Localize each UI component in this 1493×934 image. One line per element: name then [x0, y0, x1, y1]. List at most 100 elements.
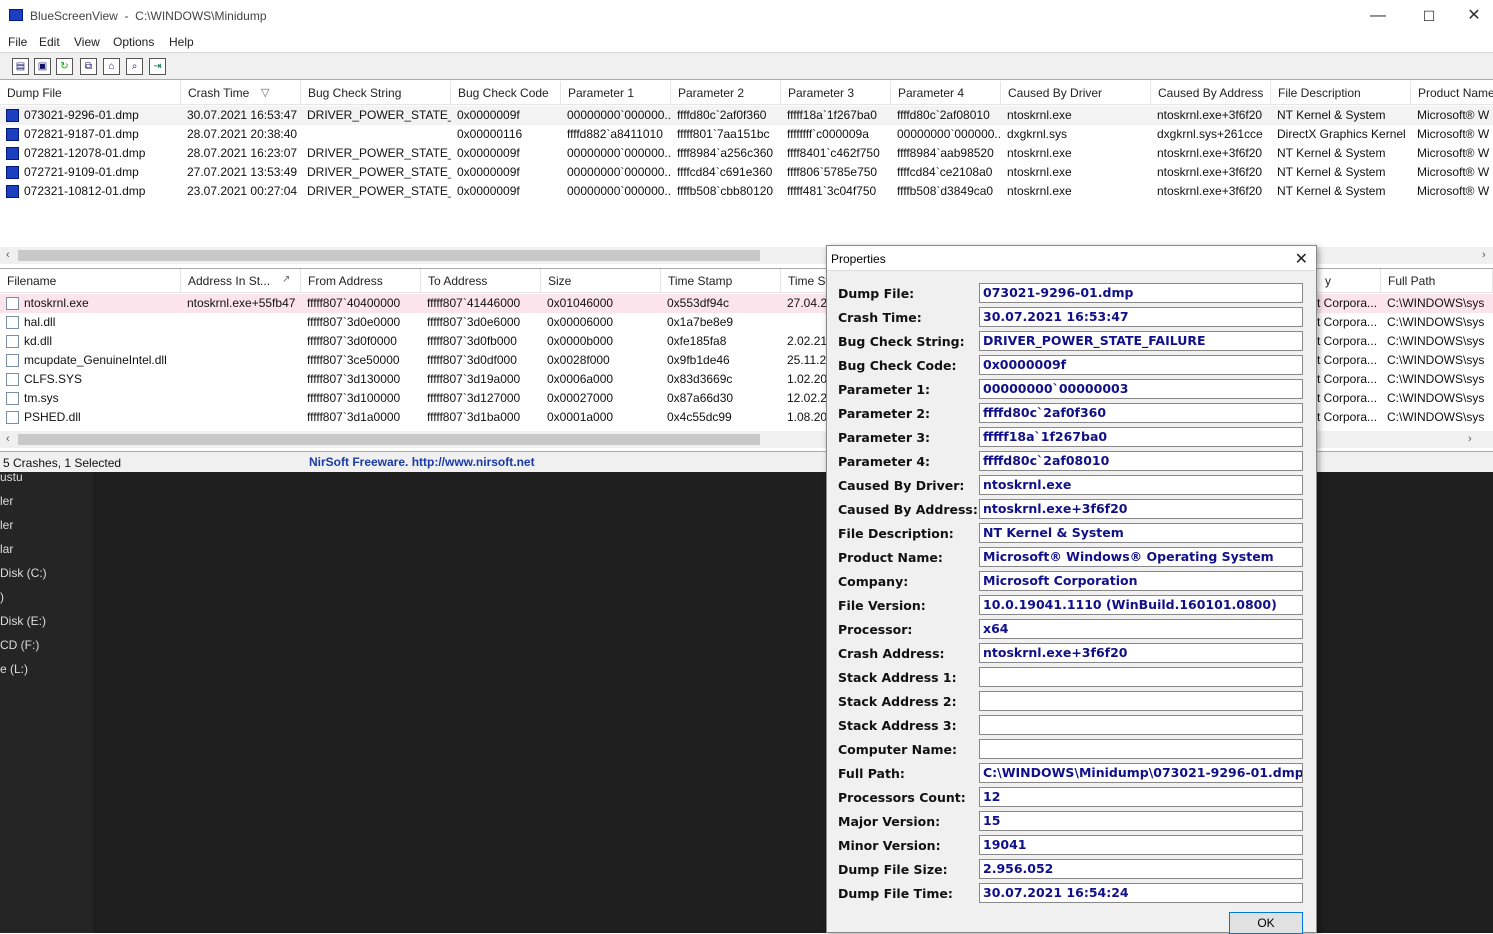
property-row: Full Path: C:\WINDOWS\Minidump\073021-929… [827, 763, 1316, 783]
dialog-title-bar: Properties ✕ [827, 246, 1316, 271]
property-value-field[interactable]: 10.0.19041.1110 (WinBuild.160101.0800) [979, 595, 1303, 615]
column-header[interactable]: Crash Time [181, 81, 301, 105]
property-value-field[interactable]: Microsoft Corporation [979, 571, 1303, 591]
property-value-field[interactable]: 073021-9296-01.dmp [979, 283, 1303, 303]
column-header[interactable]: Caused By Address [1151, 81, 1271, 105]
column-header[interactable]: Size [541, 269, 661, 293]
menu-view[interactable]: View [74, 35, 100, 49]
column-header[interactable]: Time St [781, 269, 827, 293]
property-value-field[interactable]: ntoskrnl.exe+3f6f20 [979, 499, 1303, 519]
scroll-left-icon[interactable]: ‹ [6, 247, 10, 264]
column-header[interactable]: Parameter 2 [671, 81, 781, 105]
crash-cell: ffffffff`c000009a [787, 127, 869, 141]
column-header[interactable]: File Description [1271, 81, 1411, 105]
scrollbar-thumb[interactable] [18, 434, 760, 445]
property-value-field[interactable]: ntoskrnl.exe [979, 475, 1303, 495]
close-button[interactable]: ✕ [1451, 0, 1493, 32]
sidebar-item[interactable]: ler [0, 518, 93, 532]
menu-help[interactable]: Help [169, 35, 194, 49]
crash-cell: ffffd80c`2af08010 [897, 108, 990, 122]
column-header[interactable]: From Address [301, 269, 421, 293]
property-value-field[interactable]: 2.956.052 [979, 859, 1303, 879]
column-header[interactable]: Dump File [0, 81, 181, 105]
column-header[interactable]: Product Name [1411, 81, 1493, 105]
sidebar-item[interactable]: ler [0, 494, 93, 508]
minimize-button[interactable]: — [1355, 0, 1401, 32]
driver-cell: C:\WINDOWS\sys [1387, 372, 1485, 386]
exit-icon[interactable]: ⇥ [149, 58, 166, 75]
property-value-field[interactable]: DRIVER_POWER_STATE_FAILURE [979, 331, 1303, 351]
crash-cell: Microsoft® W [1417, 146, 1490, 160]
properties-icon[interactable]: ▤ [12, 58, 29, 75]
ok-button[interactable]: OK [1229, 912, 1303, 934]
column-header[interactable]: Full Path [1381, 269, 1493, 293]
crash-row[interactable]: 072821-9187-01.dmp 28.07.2021 20:38:40 0x0… [0, 125, 1493, 144]
property-label: Bug Check Code: [838, 358, 957, 373]
crash-cell: ntoskrnl.exe+3f6f20 [1157, 165, 1263, 179]
property-value-field[interactable]: fffff18a`1f267ba0 [979, 427, 1303, 447]
property-value-field[interactable]: 12 [979, 787, 1303, 807]
driver-cell: C:\WINDOWS\sys [1387, 391, 1485, 405]
maximize-button[interactable]: ☐ [1406, 0, 1452, 32]
property-row: Company: Microsoft Corporation [827, 571, 1316, 591]
driver-cell: fffff807`3d0e6000 [427, 315, 521, 329]
driver-cell: mcupdate_GenuineIntel.dll [24, 353, 167, 367]
property-value-field[interactable]: x64 [979, 619, 1303, 639]
find-icon[interactable]: ⌕ [126, 58, 143, 75]
dialog-close-icon[interactable]: ✕ [1295, 249, 1308, 269]
property-value-field[interactable]: 0x0000009f [979, 355, 1303, 375]
sidebar-item[interactable]: ) [0, 590, 93, 604]
scroll-left-icon[interactable]: ‹ [6, 431, 10, 448]
scrollbar-thumb[interactable] [18, 250, 760, 261]
menu-file[interactable]: File [8, 35, 27, 49]
sidebar-item[interactable]: ustu [0, 470, 93, 484]
driver-cell: fffff807`3d19a000 [427, 372, 521, 386]
property-value-field[interactable]: C:\WINDOWS\Minidump\073021-9296-01.dmp [979, 763, 1303, 783]
column-header[interactable]: y [1317, 269, 1381, 293]
scroll-right-icon[interactable]: › [1468, 431, 1472, 448]
sidebar-item[interactable]: Disk (C:) [0, 566, 93, 580]
property-value-field[interactable]: Microsoft® Windows® Operating System [979, 547, 1303, 567]
property-value-field[interactable]: ffffd80c`2af08010 [979, 451, 1303, 471]
sidebar-item[interactable]: CD (F:) [0, 638, 93, 652]
driver-cell: 0x00006000 [547, 315, 614, 329]
column-header[interactable]: Filename [0, 269, 181, 293]
property-value-field[interactable] [979, 667, 1303, 687]
property-value-field[interactable]: 19041 [979, 835, 1303, 855]
column-header[interactable]: Bug Check String [301, 81, 451, 105]
crash-row[interactable]: 072721-9109-01.dmp 27.07.2021 13:53:49 DRI… [0, 163, 1493, 182]
menu-edit[interactable]: Edit [39, 35, 60, 49]
property-value-field[interactable]: ffffd80c`2af0f360 [979, 403, 1303, 423]
crash-row[interactable]: 073021-9296-01.dmp 30.07.2021 16:53:47 DRI… [0, 106, 1493, 125]
column-header[interactable]: To Address [421, 269, 541, 293]
column-header[interactable]: Parameter 1 [561, 81, 671, 105]
scroll-right-icon[interactable]: › [1482, 247, 1486, 264]
property-value-field[interactable]: ntoskrnl.exe+3f6f20 [979, 643, 1303, 663]
sidebar-item[interactable]: lar [0, 542, 93, 556]
property-value-field[interactable] [979, 715, 1303, 735]
property-value-field[interactable]: 30.07.2021 16:54:24 [979, 883, 1303, 903]
column-header[interactable]: Parameter 4 [891, 81, 1001, 105]
crash-cell: ntoskrnl.exe+3f6f20 [1157, 108, 1263, 122]
copy-icon[interactable]: ⧉ [80, 58, 97, 75]
property-value-field[interactable]: NT Kernel & System [979, 523, 1303, 543]
property-value-field[interactable]: 30.07.2021 16:53:47 [979, 307, 1303, 327]
menu-options[interactable]: Options [113, 35, 154, 49]
driver-cell: ntoskrnl.exe [24, 296, 89, 310]
column-header[interactable]: Bug Check Code [451, 81, 561, 105]
nirsoft-link[interactable]: NirSoft Freeware. http://www.nirsoft.net [309, 455, 535, 469]
column-header[interactable]: Time Stamp [661, 269, 781, 293]
save-icon[interactable]: ▣ [34, 58, 51, 75]
property-value-field[interactable] [979, 691, 1303, 711]
html-report-icon[interactable]: ⌂ [103, 58, 120, 75]
crash-row[interactable]: 072821-12078-01.dmp 28.07.2021 16:23:07 DR… [0, 144, 1493, 163]
refresh-icon[interactable]: ↻ [56, 58, 73, 75]
column-header[interactable]: Parameter 3 [781, 81, 891, 105]
property-value-field[interactable] [979, 739, 1303, 759]
sidebar-item[interactable]: Disk (E:) [0, 614, 93, 628]
sidebar-item[interactable]: e (L:) [0, 662, 93, 676]
crash-row[interactable]: 072321-10812-01.dmp 23.07.2021 00:27:04 DR… [0, 182, 1493, 201]
column-header[interactable]: Caused By Driver [1001, 81, 1151, 105]
property-value-field[interactable]: 15 [979, 811, 1303, 831]
property-value-field[interactable]: 00000000`00000003 [979, 379, 1303, 399]
